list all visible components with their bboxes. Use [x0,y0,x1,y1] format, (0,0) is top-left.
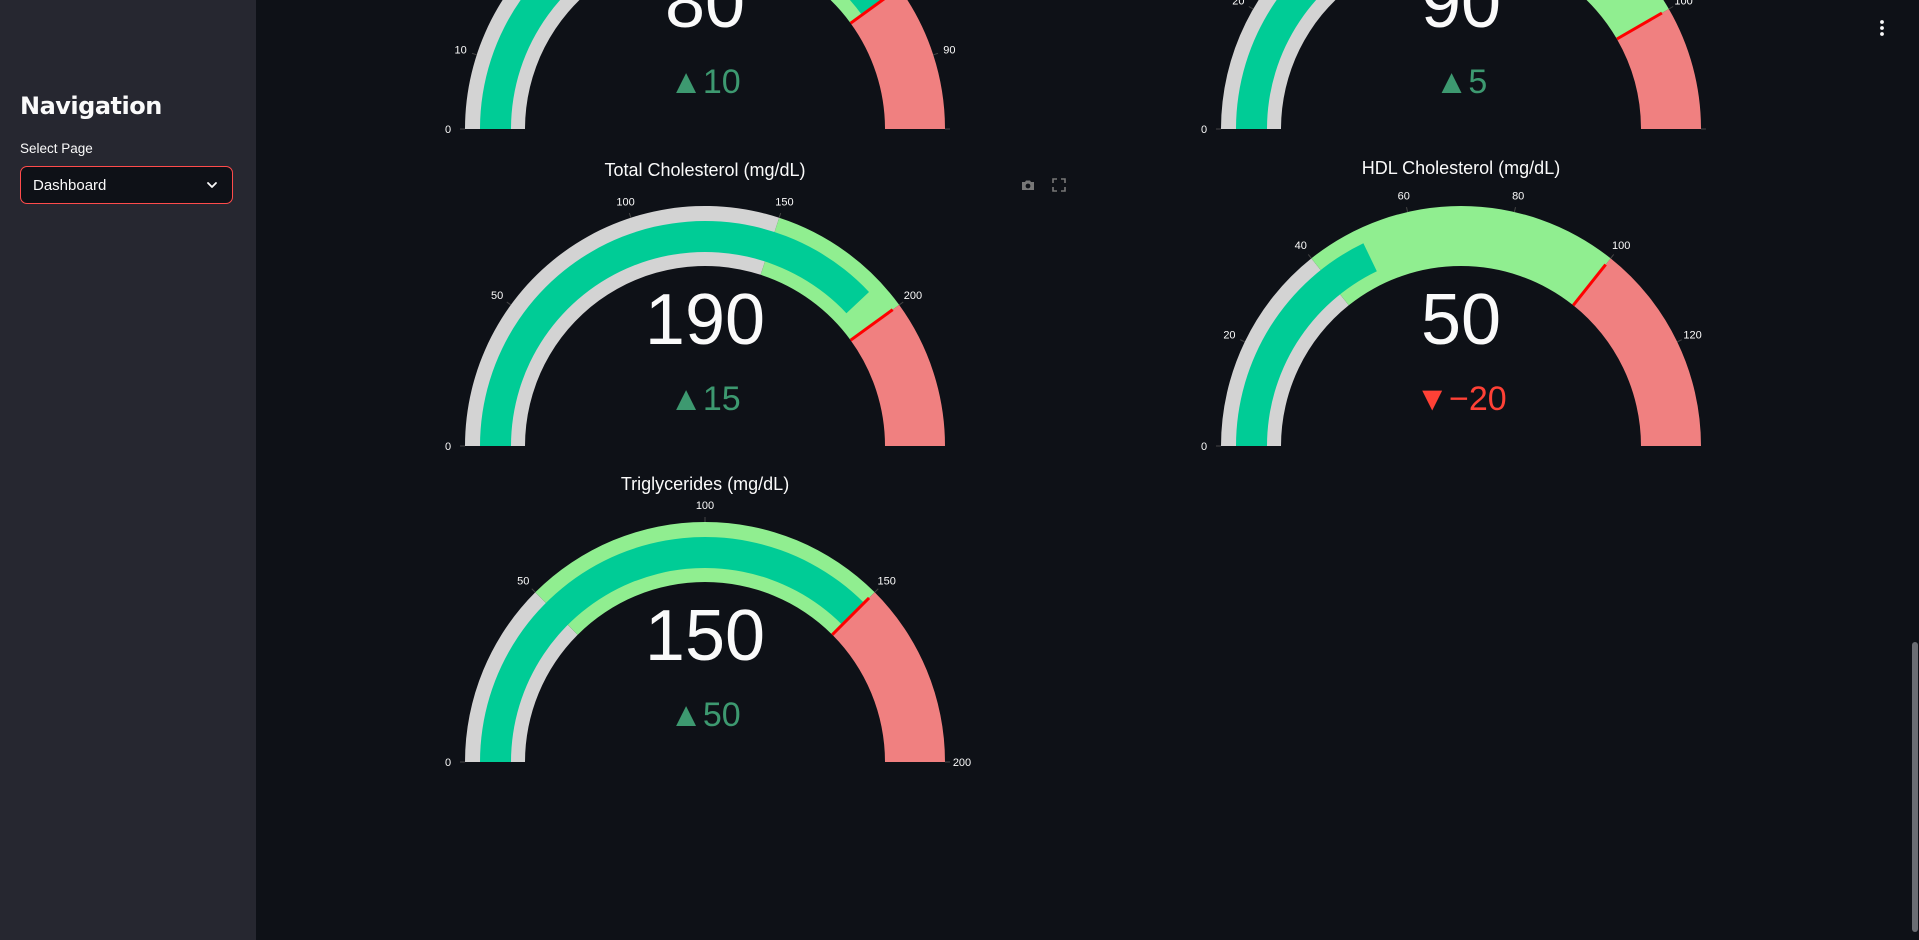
fullscreen-icon[interactable] [1051,177,1067,198]
gauge-tick-label: 150 [878,575,896,587]
gauges-canvas: 010809080▲1002010090▲5050100150200190▲15… [445,0,1706,769]
gauge-tick-label: 10 [454,45,466,57]
gauge-tick-mark [1668,6,1674,10]
gauge-tick-label: 20 [1223,329,1235,341]
gauge-value-number: 80 [665,0,745,43]
gauge-tick-label: 100 [616,197,634,209]
gauge-tick-mark [1240,339,1245,343]
gauge-tick-mark [1405,207,1409,213]
more-vert-icon[interactable] [1877,18,1887,43]
gauge-tick-mark [628,212,632,218]
gauge-tick-mark [1248,6,1254,10]
gauge-tick-label: 0 [445,757,451,769]
gauge-tick-label: 50 [517,575,529,587]
gauge-chart-4: 0 50 100 150 200 150 ▲50 Triglycerides (mg/dL) [445,474,971,769]
chevron-down-icon [204,177,220,193]
gauge-tick-label: 0 [1201,124,1207,136]
gauge-tick-mark [1307,254,1312,259]
gauge-tick-label: 50 [491,290,503,302]
gauge-chart-2: 0 50 100 150 200 190 ▲15 Total Cholesterol (mg/… [445,160,945,453]
gauge-tick-mark [531,588,536,593]
gauge-tick-mark [933,52,939,56]
gauge-tick-label: 200 [904,290,922,302]
gauge-delta: ▼−20 [1415,380,1506,418]
gauge-tick-label: 60 [1398,190,1410,202]
gauge-step-2 [1573,258,1701,446]
gauge-tick-mark [1677,339,1682,343]
gauge-value-number: 150 [645,596,765,676]
gauge-tick-label: 120 [1683,329,1701,341]
gauge-tick-label: 20 [1232,0,1244,8]
gauge-tick-label: 150 [775,197,793,209]
sidebar: Navigation Select Page Dashboard [0,0,256,940]
gauge-tick-mark [898,301,904,306]
gauge-chart-1: 0 20 100 90 ▲5 [1201,0,1706,136]
page-select-dropdown[interactable]: Dashboard [20,166,233,204]
gauge-tick-mark [778,212,782,218]
gauge-tick-label: 0 [1201,441,1207,453]
gauge-value-number: 90 [1421,0,1501,43]
gauge-tick-mark [874,588,879,593]
gauge-step-2 [850,0,945,129]
gauge-chart-0: 010809080▲10 [445,0,956,136]
gauge-tick-mark [471,52,477,56]
gauge-tick-label: 90 [943,45,955,57]
gauge-tick-mark [1513,207,1517,213]
gauge-title: Triglycerides (mg/dL) [621,474,789,494]
gauge-delta: ▲10 [669,63,740,101]
gauge-delta: ▲15 [669,380,740,418]
page-select-value: Dashboard [33,176,107,194]
gauge-tick-label: 0 [445,441,451,453]
camera-icon[interactable] [1020,177,1036,198]
gauge-tick-label: 100 [1612,240,1630,252]
gauge-tick-label: 40 [1295,240,1307,252]
gauge-tick-label: 0 [445,124,451,136]
gauge-delta: ▲50 [669,696,740,734]
gauge-tick-label: 200 [953,757,971,769]
gauge-chart-3: 0 20 40 60 80 100 120 50 ▼−20 HDL Cholesterol (mg… [1201,158,1702,453]
gauge-value-number: 190 [645,280,765,360]
gauge-tick-mark [506,301,512,306]
sidebar-title: Navigation [20,92,162,120]
gauge-tick-label: 100 [696,500,714,512]
main-content: 010809080▲1002010090▲5050100150200190▲15… [256,0,1919,940]
gauge-title: Total Cholesterol (mg/dL) [604,160,805,180]
gauge-tick-label: 100 [1674,0,1692,8]
gauge-title: HDL Cholesterol (mg/dL) [1362,158,1560,178]
scrollbar-thumb[interactable] [1912,642,1918,932]
select-page-label: Select Page [20,141,93,156]
gauge-value-number: 50 [1421,280,1501,360]
gauge-tick-mark [1610,254,1615,259]
gauge-tick-label: 80 [1512,190,1524,202]
gauge-delta: ▲5 [1435,63,1488,101]
